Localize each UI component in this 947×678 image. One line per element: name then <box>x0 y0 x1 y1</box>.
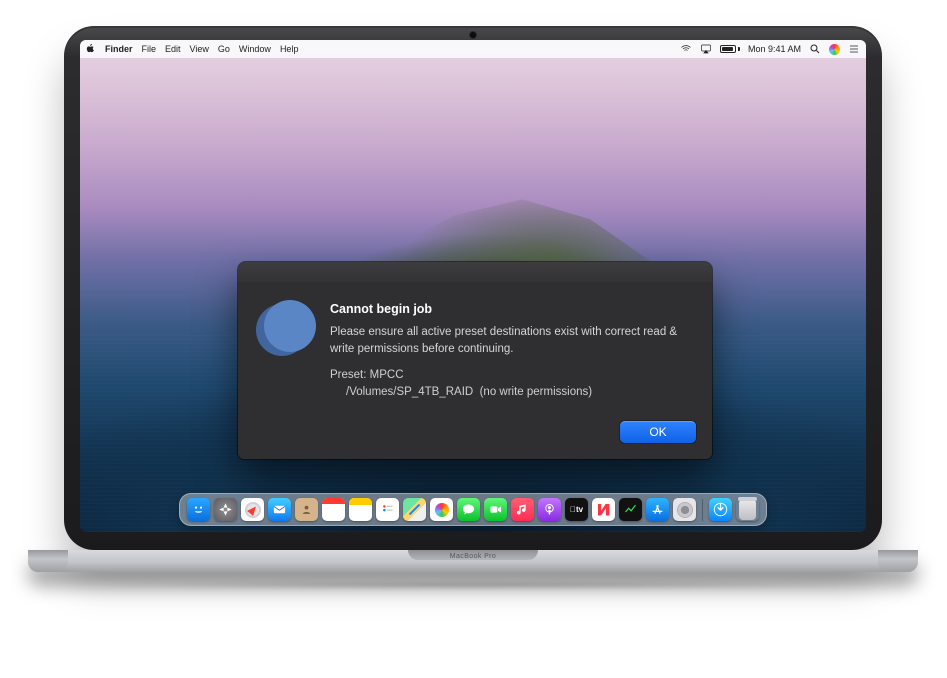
dialog-title: Cannot begin job <box>330 300 692 318</box>
dock-notes[interactable] <box>349 498 372 521</box>
laptop-base: MacBook Pro <box>28 550 918 582</box>
dialog-preset-path: /Volumes/SP_4TB_RAID <box>346 386 473 398</box>
dock-messages[interactable] <box>457 498 480 521</box>
dock-downloads[interactable] <box>709 498 732 521</box>
screen: Finder File Edit View Go Window Help <box>80 40 866 532</box>
laptop-lid: Finder File Edit View Go Window Help <box>64 26 882 550</box>
dialog-footer: OK <box>238 409 712 459</box>
dock-calendar[interactable]: 3 <box>322 498 345 521</box>
notification-center-icon[interactable] <box>848 43 860 55</box>
dialog-preset-name: MPCC <box>370 369 404 381</box>
dock-finder[interactable] <box>187 498 210 521</box>
error-dialog: Cannot begin job Please ensure all activ… <box>238 262 712 459</box>
dock-app-store[interactable] <box>646 498 669 521</box>
dock-podcasts[interactable] <box>538 498 561 521</box>
dialog-message: Please ensure all active preset destinat… <box>330 324 692 357</box>
dialog-titlebar[interactable] <box>238 262 712 282</box>
camera-dot <box>470 32 476 38</box>
laptop-hardware: Finder File Edit View Go Window Help <box>64 26 882 582</box>
dock-news[interactable] <box>592 498 615 521</box>
dock-music[interactable] <box>511 498 534 521</box>
dock-mail[interactable] <box>268 498 291 521</box>
dock: 3 tv <box>179 493 767 526</box>
app-icon <box>256 300 314 358</box>
dock-photos[interactable] <box>430 498 453 521</box>
dialog-body: Cannot begin job Please ensure all activ… <box>238 282 712 409</box>
menu-bar-left: Finder File Edit View Go Window Help <box>86 43 298 55</box>
compass-icon <box>245 502 261 518</box>
trash-icon <box>739 500 756 520</box>
dock-maps[interactable] <box>403 498 426 521</box>
menu-go[interactable]: Go <box>218 44 230 54</box>
gear-icon <box>678 503 692 517</box>
menu-help[interactable]: Help <box>280 44 299 54</box>
dock-reminders[interactable] <box>376 498 399 521</box>
dialog-text: Cannot begin job Please ensure all activ… <box>330 300 692 401</box>
menu-clock[interactable]: Mon 9:41 AM <box>748 44 801 54</box>
dock-separator <box>702 499 703 521</box>
menu-bar-right: Mon 9:41 AM <box>680 43 860 55</box>
news-icon <box>598 504 610 516</box>
siri-icon[interactable] <box>829 44 840 55</box>
laptop-shadow <box>88 582 858 588</box>
menu-app-name[interactable]: Finder <box>105 44 133 54</box>
ok-button[interactable]: OK <box>620 421 696 443</box>
calendar-day: 3 <box>330 505 337 519</box>
dock-safari[interactable] <box>241 498 264 521</box>
dialog-preset-note: (no write permissions) <box>480 386 592 398</box>
laptop-model-label: MacBook Pro <box>28 553 918 560</box>
menu-file[interactable]: File <box>142 44 157 54</box>
dock-tv[interactable]: tv <box>565 498 588 521</box>
apple-icon <box>86 43 96 53</box>
dock-launchpad[interactable] <box>214 498 237 521</box>
dock-system-preferences[interactable] <box>673 498 696 521</box>
dialog-preset-block: Preset: MPCC /Volumes/SP_4TB_RAID (no wr… <box>330 367 692 400</box>
apple-menu[interactable] <box>86 43 96 55</box>
spotlight-icon[interactable] <box>809 43 821 55</box>
dock-stocks[interactable] <box>619 498 642 521</box>
menu-edit[interactable]: Edit <box>165 44 181 54</box>
airplay-icon[interactable] <box>700 43 712 55</box>
photos-flower-icon <box>435 503 449 517</box>
tv-label: tv <box>570 505 583 514</box>
dock-facetime[interactable] <box>484 498 507 521</box>
menu-window[interactable]: Window <box>239 44 271 54</box>
menu-bar: Finder File Edit View Go Window Help <box>80 40 866 58</box>
battery-icon[interactable] <box>720 45 740 53</box>
dock-trash[interactable] <box>736 498 759 521</box>
dock-container: 3 tv <box>80 493 866 526</box>
dialog-preset-label: Preset: <box>330 369 366 381</box>
laptop-base-top: MacBook Pro <box>28 550 918 572</box>
wifi-icon[interactable] <box>680 43 692 55</box>
menu-view[interactable]: View <box>190 44 209 54</box>
dock-contacts[interactable] <box>295 498 318 521</box>
